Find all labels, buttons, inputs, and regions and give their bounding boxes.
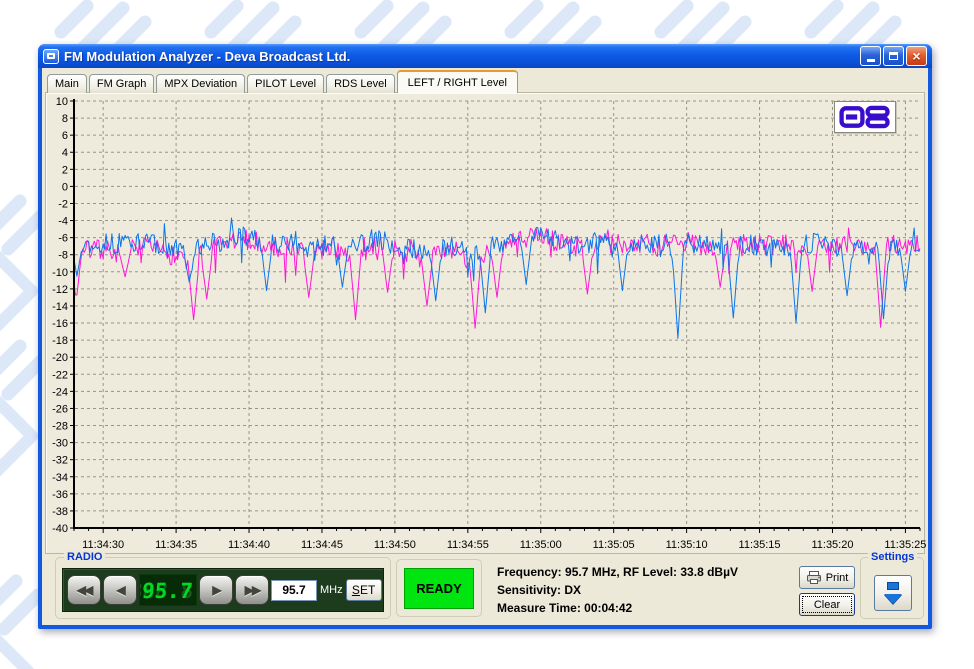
- svg-text:-26: -26: [52, 403, 68, 415]
- tab-pilot-level[interactable]: PILOT Level: [247, 74, 324, 93]
- step-up-button[interactable]: ▶: [199, 575, 233, 605]
- tab-label: PILOT Level: [255, 78, 316, 90]
- deva-broadcast-logo: [834, 101, 896, 133]
- svg-text:-6: -6: [58, 233, 68, 245]
- db-logo-icon: [839, 105, 891, 129]
- tab-label: RDS Level: [334, 78, 387, 90]
- tuner-panel: ◀◀ ◀ 888.8 95.7 ▶ ▶▶ MHz SET: [62, 568, 384, 612]
- svg-text:-22: -22: [52, 369, 68, 381]
- frequency-input[interactable]: [271, 580, 317, 601]
- set-frequency-button[interactable]: SET: [346, 579, 382, 601]
- svg-text:11:35:05: 11:35:05: [593, 539, 635, 551]
- app-icon: [43, 49, 59, 64]
- fast-forward-icon: ▶▶: [245, 583, 259, 597]
- step-forward-icon: ▶: [212, 583, 219, 597]
- svg-text:11:34:50: 11:34:50: [374, 539, 416, 551]
- frequency-rf-level-text: Frequency: 95.7 MHz, RF Level: 33.8 dBµV: [497, 563, 738, 581]
- status-badge: READY: [404, 568, 474, 609]
- svg-text:11:34:40: 11:34:40: [228, 539, 270, 551]
- svg-text:-30: -30: [52, 438, 68, 450]
- print-button[interactable]: Print: [799, 566, 855, 589]
- svg-text:-38: -38: [52, 506, 68, 518]
- settings-group-label: Settings: [868, 551, 917, 563]
- svg-text:-8: -8: [58, 250, 68, 262]
- display-value: 95.7: [141, 578, 194, 604]
- measurement-readout: Frequency: 95.7 MHz, RF Level: 33.8 dBµV…: [497, 563, 738, 617]
- chart-panel: 10 8 6 4 2 0 -2 -4 -6 -8 -10 -12 -14 -16 -18 -20 -22 -24 -…: [45, 92, 925, 554]
- clear-button-label: Clear: [814, 599, 840, 611]
- mhz-unit-label: MHz: [319, 584, 344, 596]
- tab-left-right-level[interactable]: LEFT / RIGHT Level: [397, 70, 518, 93]
- svg-text:-14: -14: [52, 301, 68, 313]
- title-bar[interactable]: FM Modulation Analyzer - Deva Broadcast …: [38, 44, 932, 68]
- tab-label: LEFT / RIGHT Level: [408, 77, 507, 89]
- svg-text:2: 2: [62, 164, 68, 176]
- tab-label: MPX Deviation: [164, 78, 237, 90]
- svg-text:11:35:10: 11:35:10: [666, 539, 708, 551]
- seek-down-button[interactable]: ◀◀: [67, 575, 101, 605]
- tab-main[interactable]: Main: [47, 74, 87, 93]
- tab-fm-graph[interactable]: FM Graph: [89, 74, 155, 93]
- sensitivity-text: Sensitivity: DX: [497, 581, 738, 599]
- down-arrow-icon: [888, 583, 898, 589]
- svg-text:-10: -10: [52, 267, 68, 279]
- svg-text:-20: -20: [52, 352, 68, 364]
- svg-text:11:34:35: 11:34:35: [155, 539, 197, 551]
- step-back-icon: ◀: [116, 583, 123, 597]
- svg-text:-2: -2: [58, 198, 68, 210]
- tab-mpx-deviation[interactable]: MPX Deviation: [156, 74, 245, 93]
- printer-icon: [806, 571, 822, 584]
- settings-group: Settings: [860, 557, 924, 619]
- svg-text:11:35:25: 11:35:25: [884, 539, 926, 551]
- svg-text:11:34:30: 11:34:30: [82, 539, 124, 551]
- svg-text:4: 4: [62, 147, 68, 159]
- svg-text:-4: -4: [58, 216, 68, 228]
- svg-text:-34: -34: [52, 472, 68, 484]
- client-area: Main FM Graph MPX Deviation PILOT Level …: [42, 68, 928, 625]
- svg-text:6: 6: [62, 130, 68, 142]
- svg-text:-16: -16: [52, 318, 68, 330]
- radio-group: RADIO ◀◀ ◀ 888.8 95.7 ▶ ▶▶ MHz SET: [55, 557, 391, 619]
- left-right-level-chart: 10 8 6 4 2 0 -2 -4 -6 -8 -10 -12 -14 -16 -18 -20 -22 -24 -…: [46, 93, 926, 555]
- svg-text:-28: -28: [52, 421, 68, 433]
- measure-time-text: Measure Time: 00:04:42: [497, 599, 738, 617]
- svg-text:-24: -24: [52, 386, 68, 398]
- frequency-display: 888.8 95.7: [139, 574, 197, 606]
- clear-button[interactable]: Clear: [799, 593, 855, 616]
- app-window: FM Modulation Analyzer - Deva Broadcast …: [38, 44, 932, 629]
- tab-label: FM Graph: [97, 78, 147, 90]
- print-button-label: Print: [826, 572, 849, 584]
- svg-text:11:35:15: 11:35:15: [739, 539, 781, 551]
- minimize-icon: [867, 59, 875, 62]
- svg-text:-32: -32: [52, 455, 68, 467]
- svg-text:10: 10: [56, 96, 68, 108]
- svg-text:-12: -12: [52, 284, 68, 296]
- tab-strip: Main FM Graph MPX Deviation PILOT Level …: [47, 70, 518, 93]
- rewind-icon: ◀◀: [77, 583, 91, 597]
- down-arrow-icon: [884, 594, 902, 604]
- svg-text:-36: -36: [52, 489, 68, 501]
- seek-up-button[interactable]: ▶▶: [235, 575, 269, 605]
- svg-text:-40: -40: [52, 523, 68, 535]
- svg-text:8: 8: [62, 113, 68, 125]
- step-down-button[interactable]: ◀: [103, 575, 137, 605]
- close-button[interactable]: ×: [906, 46, 927, 66]
- maximize-icon: [889, 52, 898, 60]
- status-frame: READY: [396, 559, 482, 617]
- tab-label: Main: [55, 78, 79, 90]
- svg-text:11:35:00: 11:35:00: [520, 539, 562, 551]
- svg-text:11:34:45: 11:34:45: [301, 539, 343, 551]
- radio-group-label: RADIO: [64, 551, 105, 563]
- svg-text:11:34:55: 11:34:55: [447, 539, 489, 551]
- svg-text:0: 0: [62, 181, 68, 193]
- svg-text:11:35:20: 11:35:20: [811, 539, 853, 551]
- close-icon: ×: [912, 49, 920, 63]
- maximize-button[interactable]: [883, 46, 904, 66]
- settings-button[interactable]: [874, 575, 912, 611]
- tab-rds-level[interactable]: RDS Level: [326, 74, 395, 93]
- set-button-label: SET: [352, 583, 375, 597]
- window-title: FM Modulation Analyzer - Deva Broadcast …: [64, 49, 860, 64]
- svg-text:-18: -18: [52, 335, 68, 347]
- minimize-button[interactable]: [860, 46, 881, 66]
